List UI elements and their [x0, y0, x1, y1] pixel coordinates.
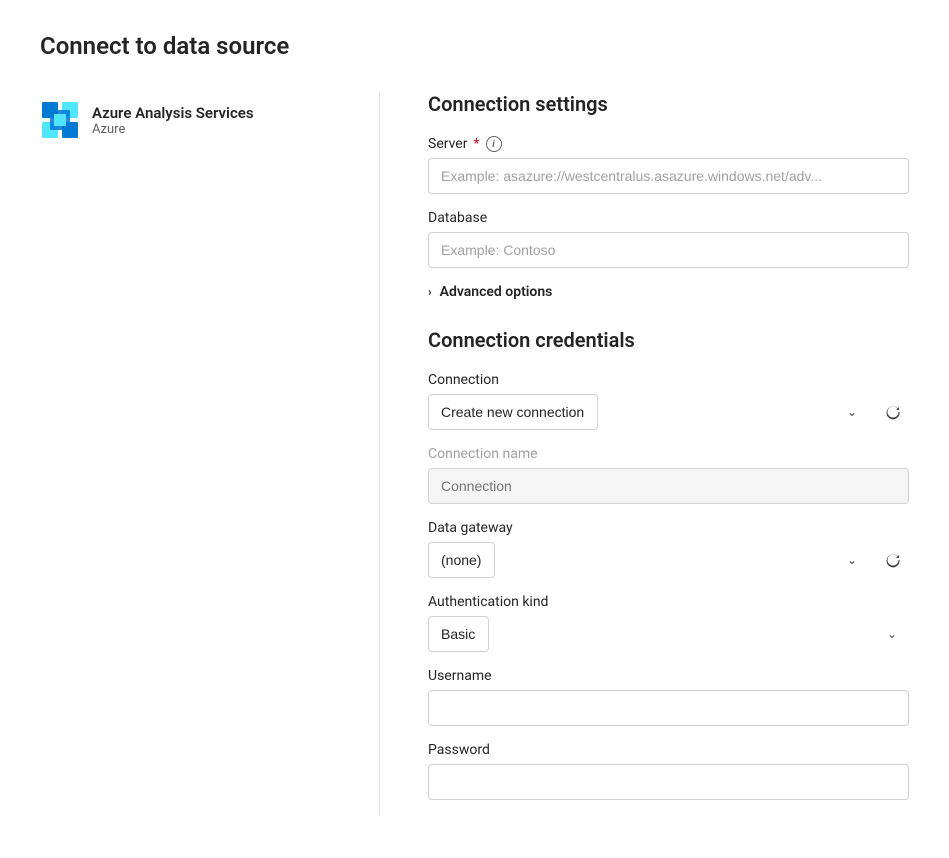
connection-label: Connection: [428, 372, 909, 388]
service-item: Azure Analysis Services Azure: [40, 92, 339, 148]
server-input[interactable]: [428, 158, 909, 194]
service-category: Azure: [92, 122, 254, 137]
auth-kind-form-group: Authentication kind Basic ⌄: [428, 594, 909, 652]
data-gateway-dropdown-row: (none) ⌄: [428, 542, 909, 578]
connection-dropdown-row: Create new connection ⌄: [428, 394, 909, 430]
chevron-down-icon-3: ⌄: [887, 627, 897, 641]
username-label: Username: [428, 668, 909, 684]
sidebar: Azure Analysis Services Azure: [40, 92, 380, 816]
server-form-group: Server * i: [428, 136, 909, 194]
chevron-right-icon: ›: [428, 285, 432, 299]
password-input[interactable]: [428, 764, 909, 800]
data-gateway-select-wrapper: (none) ⌄: [428, 542, 869, 578]
server-label: Server * i: [428, 136, 909, 152]
data-gateway-refresh-button[interactable]: [877, 544, 909, 576]
credentials-section: Connection credentials Connection Create…: [428, 328, 909, 800]
azure-analysis-services-icon: [40, 100, 80, 140]
data-gateway-label: Data gateway: [428, 520, 909, 536]
password-label: Password: [428, 742, 909, 758]
connection-name-input[interactable]: [428, 468, 909, 504]
advanced-options-toggle[interactable]: › Advanced options: [428, 284, 909, 300]
auth-kind-select-wrapper: Basic ⌄: [428, 616, 909, 652]
service-info: Azure Analysis Services Azure: [92, 104, 254, 137]
username-form-group: Username: [428, 668, 909, 726]
connection-settings-title: Connection settings: [428, 92, 909, 116]
page-title: Connect to data source: [40, 32, 909, 60]
connection-select-wrapper: Create new connection ⌄: [428, 394, 869, 430]
connection-name-form-group: Connection name: [428, 446, 909, 504]
data-gateway-form-group: Data gateway (none) ⌄: [428, 520, 909, 578]
database-label: Database: [428, 210, 909, 226]
connection-name-label: Connection name: [428, 446, 909, 462]
database-input[interactable]: [428, 232, 909, 268]
auth-kind-label: Authentication kind: [428, 594, 909, 610]
chevron-down-icon: ⌄: [847, 405, 857, 419]
connection-select[interactable]: Create new connection: [428, 394, 598, 430]
connection-form-group: Connection Create new connection ⌄: [428, 372, 909, 430]
data-gateway-select[interactable]: (none): [428, 542, 495, 578]
chevron-down-icon-2: ⌄: [847, 553, 857, 567]
server-info-icon[interactable]: i: [486, 136, 502, 152]
credentials-title: Connection credentials: [428, 328, 909, 352]
auth-kind-select[interactable]: Basic: [428, 616, 489, 652]
main-content: Connection settings Server * i Database …: [380, 92, 909, 816]
connection-refresh-button[interactable]: [877, 396, 909, 428]
password-form-group: Password: [428, 742, 909, 800]
server-required-star: *: [473, 136, 479, 152]
username-input[interactable]: [428, 690, 909, 726]
service-name: Azure Analysis Services: [92, 104, 254, 122]
database-form-group: Database: [428, 210, 909, 268]
